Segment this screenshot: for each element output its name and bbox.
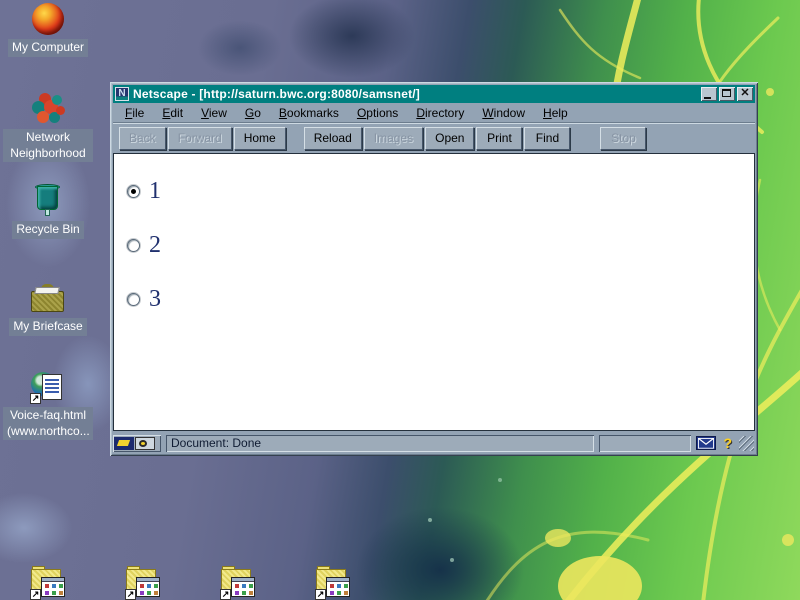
desktop-icon-label: Network Neighborhood: [3, 129, 93, 162]
netscape-window: N Netscape - [http://saturn.bwc.org:8080…: [110, 82, 758, 456]
find-button[interactable]: Find: [524, 127, 570, 150]
desktop-icon-network-neighborhood[interactable]: Network Neighborhood: [0, 92, 96, 162]
desktop-icon-label: My Computer: [8, 39, 88, 57]
netscape-app-icon: N: [115, 87, 129, 101]
maximize-button[interactable]: [719, 87, 735, 101]
page-content: 1 2 3: [113, 153, 755, 431]
resize-grip[interactable]: [739, 436, 754, 451]
shortcut-arrow-icon: ↗: [315, 589, 326, 600]
security-key-ring-icon: [135, 437, 155, 450]
html-document-icon: ↗: [30, 370, 66, 404]
menu-view[interactable]: View: [192, 105, 236, 121]
radio-option-1[interactable]: [127, 185, 140, 198]
security-indicator[interactable]: [113, 435, 161, 452]
menu-options[interactable]: Options: [348, 105, 407, 121]
shortcut-arrow-icon: ↗: [30, 589, 41, 600]
back-button: Back: [119, 127, 166, 150]
menu-help[interactable]: Help: [534, 105, 577, 121]
menu-edit[interactable]: Edit: [153, 105, 192, 121]
radio-option-3[interactable]: [127, 293, 140, 306]
menu-directory[interactable]: Directory: [407, 105, 473, 121]
help-icon[interactable]: ?: [721, 435, 734, 451]
print-button[interactable]: Print: [476, 127, 522, 150]
desktop-icon-my-briefcase[interactable]: My Briefcase: [0, 281, 96, 336]
stop-button: Stop: [600, 127, 646, 150]
mail-icon[interactable]: [696, 436, 716, 450]
menu-window[interactable]: Window: [473, 105, 534, 121]
menu-bar: FileEditViewGoBookmarksOptionsDirectoryW…: [113, 103, 755, 122]
close-icon: ✕: [737, 87, 753, 101]
minimize-button[interactable]: [701, 87, 717, 101]
shortcut-arrow-icon: ↗: [30, 393, 41, 404]
window-title: Netscape - [http://saturn.bwc.org:8080/s…: [133, 87, 420, 101]
radio-row: 3: [127, 284, 754, 314]
open-button[interactable]: Open: [425, 127, 474, 150]
minimize-icon: [704, 97, 711, 99]
radio-row: 1: [127, 176, 754, 206]
recycle-bin-icon: [30, 184, 66, 218]
forward-button: Forward: [168, 127, 232, 150]
maximize-icon: [722, 89, 731, 97]
desktop-icon-recycle-bin[interactable]: Recycle Bin: [0, 184, 96, 239]
desktop-icon-label: Recycle Bin: [12, 221, 83, 239]
my-computer-icon: [30, 2, 66, 36]
menu-bookmarks[interactable]: Bookmarks: [270, 105, 348, 121]
radio-option-2[interactable]: [127, 239, 140, 252]
home-button[interactable]: Home: [234, 127, 286, 150]
desktop-icon-label: My Briefcase: [9, 318, 86, 336]
progress-field: [599, 435, 691, 452]
radio-label: 3: [149, 286, 161, 313]
security-key-icon: [114, 437, 134, 450]
menu-go[interactable]: Go: [236, 105, 270, 121]
shortcut-arrow-icon: ↗: [125, 589, 136, 600]
desktop-icon-label: Voice-faq.html (www.northco...: [3, 407, 93, 440]
desktop-icon-folder-shortcut[interactable]: ↗: [30, 566, 66, 600]
menu-file[interactable]: File: [116, 105, 153, 121]
desktop-icon-voice-faq[interactable]: ↗ Voice-faq.html (www.northco...: [0, 370, 96, 440]
desktop-icon-folder-shortcut[interactable]: ↗: [315, 566, 351, 600]
radio-label: 1: [149, 178, 161, 205]
title-bar[interactable]: N Netscape - [http://saturn.bwc.org:8080…: [113, 85, 755, 103]
radio-label: 2: [149, 232, 161, 259]
radio-row: 2: [127, 230, 754, 260]
desktop-icon-folder-shortcut[interactable]: ↗: [220, 566, 256, 600]
desktop-icon-folder-shortcut[interactable]: ↗: [125, 566, 161, 600]
images-button: Images: [364, 127, 423, 150]
toolbar: BackForwardHome ReloadImagesOpenPrintFind…: [113, 124, 755, 153]
status-bar: Document: Done ?: [113, 433, 755, 453]
reload-button[interactable]: Reload: [304, 127, 362, 150]
status-text: Document: Done: [166, 435, 594, 452]
shortcut-arrow-icon: ↗: [220, 589, 231, 600]
my-briefcase-icon: [30, 281, 66, 315]
network-neighborhood-icon: [30, 92, 66, 126]
desktop-icon-my-computer[interactable]: My Computer: [0, 2, 96, 57]
close-button[interactable]: ✕: [737, 87, 753, 101]
